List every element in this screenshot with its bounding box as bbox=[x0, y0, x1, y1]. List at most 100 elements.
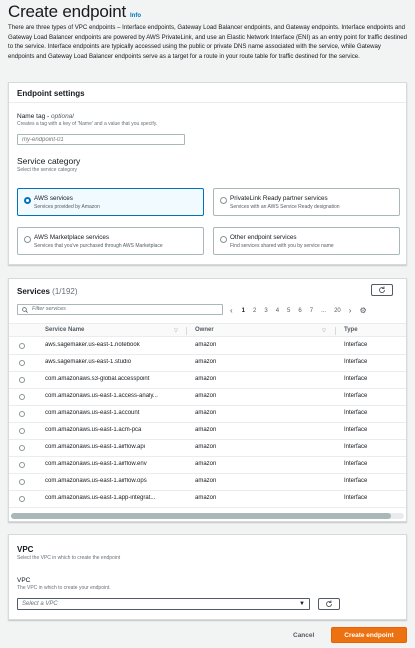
page-title: Create endpoint bbox=[8, 2, 126, 21]
row-radio[interactable] bbox=[19, 377, 25, 383]
column-header-type[interactable]: Type bbox=[344, 327, 358, 333]
tile-description: Services provided by Amazon bbox=[34, 204, 100, 210]
tile-description: Find services shared with you by service… bbox=[230, 243, 334, 249]
pagination: ‹ 1 2 3 4 5 6 7 ... 20 › ⚙ bbox=[230, 306, 375, 315]
endpoint-settings-title: Endpoint settings bbox=[17, 89, 85, 98]
type-cell: Interface bbox=[344, 478, 368, 484]
owner-cell: amazon bbox=[195, 461, 217, 467]
radio-other-endpoint-services[interactable] bbox=[220, 236, 227, 243]
tile-description: Services that you've purchased through A… bbox=[34, 243, 163, 249]
service-name-cell: aws.sagemaker.us-east-1.studio bbox=[45, 359, 132, 365]
row-radio[interactable] bbox=[19, 496, 25, 502]
owner-cell: amazon bbox=[195, 495, 217, 501]
tile-label: Other endpoint services bbox=[230, 234, 297, 241]
type-cell: Interface bbox=[344, 461, 368, 467]
services-refresh-button[interactable] bbox=[371, 284, 393, 296]
owner-cell: amazon bbox=[195, 410, 217, 416]
row-radio[interactable] bbox=[19, 411, 25, 417]
service-name-cell: com.amazonaws.us-east-1.app-integrat... bbox=[45, 495, 156, 501]
type-cell: Interface bbox=[344, 359, 368, 365]
name-tag-input[interactable] bbox=[17, 134, 185, 145]
tile-label: AWS Marketplace services bbox=[34, 234, 109, 241]
radio-aws-marketplace-services[interactable] bbox=[24, 236, 31, 243]
service-name-cell: com.amazonaws.us-east-1.access-analy... bbox=[45, 393, 158, 399]
page-ellipsis: ... bbox=[321, 307, 327, 314]
service-name-cell: com.amazonaws.us-east-1.airflow.env bbox=[45, 461, 147, 467]
table-row[interactable]: com.amazonaws.us-east-1.airflow.env amazo… bbox=[9, 457, 406, 474]
page-link[interactable]: 4 bbox=[276, 308, 279, 314]
radio-aws-services[interactable] bbox=[24, 197, 31, 204]
service-category-description: Select the service category bbox=[17, 167, 78, 173]
owner-cell: amazon bbox=[195, 359, 217, 365]
column-header-owner[interactable]: Owner bbox=[195, 327, 214, 333]
settings-gear-icon[interactable]: ⚙ bbox=[359, 306, 366, 315]
page-link[interactable]: 2 bbox=[253, 308, 256, 314]
table-row[interactable]: com.amazonaws.us-east-1.account amazon Int… bbox=[9, 406, 406, 423]
sort-icon[interactable]: ▽ bbox=[174, 328, 178, 334]
services-title: Services (1/192) bbox=[17, 287, 78, 296]
vpc-select[interactable]: Select a VPC ▼ bbox=[17, 598, 310, 610]
tile-privatelink-partner-services[interactable]: PrivateLink Ready partner services Servi… bbox=[213, 188, 400, 216]
row-radio[interactable] bbox=[19, 394, 25, 400]
owner-cell: amazon bbox=[195, 478, 217, 484]
vpc-title: VPC bbox=[17, 545, 34, 554]
sort-icon[interactable]: ▽ bbox=[322, 328, 326, 334]
horizontal-scrollbar[interactable] bbox=[11, 513, 404, 519]
table-row[interactable]: aws.sagemaker.us-east-1.studio amazon Inte… bbox=[9, 355, 406, 372]
tile-aws-services[interactable]: AWS services Services provided by Amazon bbox=[17, 188, 204, 216]
page-link[interactable]: 20 bbox=[334, 308, 341, 314]
page-header: Create endpoint Info There are three typ… bbox=[8, 2, 408, 61]
row-radio[interactable] bbox=[19, 462, 25, 468]
row-radio[interactable] bbox=[19, 479, 25, 485]
type-cell: Interface bbox=[344, 410, 368, 416]
info-link[interactable]: Info bbox=[130, 13, 141, 19]
type-cell: Interface bbox=[344, 427, 368, 433]
owner-cell: amazon bbox=[195, 444, 217, 450]
pagination-next-icon[interactable]: › bbox=[349, 306, 352, 315]
scrollbar-thumb[interactable] bbox=[11, 513, 391, 519]
page-link[interactable]: 6 bbox=[298, 308, 301, 314]
vpc-panel: VPC Select the VPC in which to create th… bbox=[8, 534, 407, 620]
page-link[interactable]: 1 bbox=[242, 308, 245, 314]
pagination-prev-icon[interactable]: ‹ bbox=[230, 306, 233, 315]
create-endpoint-button[interactable]: Create endpoint bbox=[331, 627, 407, 643]
table-row[interactable]: com.amazonaws.us-east-1.airflow.ops amazo… bbox=[9, 474, 406, 491]
services-filter-input[interactable]: Filter services bbox=[17, 304, 223, 315]
row-radio[interactable] bbox=[19, 360, 25, 366]
type-cell: Interface bbox=[344, 444, 368, 450]
table-row[interactable]: com.amazonaws.us-east-1.airflow.api amazo… bbox=[9, 440, 406, 457]
table-row[interactable]: aws.sagemaker.us-east-1.notebook amazon In… bbox=[9, 338, 406, 355]
type-cell: Interface bbox=[344, 495, 368, 501]
owner-cell: amazon bbox=[195, 427, 217, 433]
page-description: There are three types of VPC endpoints –… bbox=[8, 24, 408, 60]
type-cell: Interface bbox=[344, 376, 368, 382]
refresh-icon bbox=[379, 286, 385, 293]
tile-label: PrivateLink Ready partner services bbox=[230, 195, 328, 202]
page-link[interactable]: 3 bbox=[264, 308, 267, 314]
owner-cell: amazon bbox=[195, 393, 217, 399]
service-name-cell: com.amazonaws.us-east-1.acm-pca bbox=[45, 427, 142, 433]
owner-cell: amazon bbox=[195, 342, 217, 348]
table-row[interactable]: com.amazonaws.us-east-1.app-integrat... a… bbox=[9, 491, 406, 508]
table-row[interactable]: com.amazonaws.s3-global.accesspoint amazo… bbox=[9, 372, 406, 389]
page-link[interactable]: 7 bbox=[310, 308, 313, 314]
table-row[interactable]: com.amazonaws.us-east-1.access-analy... a… bbox=[9, 389, 406, 406]
row-radio[interactable] bbox=[19, 343, 25, 349]
tile-aws-marketplace-services[interactable]: AWS Marketplace services Services that y… bbox=[17, 227, 204, 255]
services-table-header: Service Name ▽ Owner ▽ Type bbox=[9, 323, 406, 337]
refresh-icon bbox=[326, 600, 332, 607]
row-radio[interactable] bbox=[19, 445, 25, 451]
vpc-refresh-button[interactable] bbox=[318, 598, 340, 610]
name-tag-label: Name tag - optional bbox=[17, 113, 74, 120]
row-radio[interactable] bbox=[19, 428, 25, 434]
vpc-description: Select the VPC in which to create the en… bbox=[17, 555, 121, 561]
service-name-cell: com.amazonaws.us-east-1.airflow.ops bbox=[45, 478, 147, 484]
tile-other-endpoint-services[interactable]: Other endpoint services Find services sh… bbox=[213, 227, 400, 255]
column-header-service-name[interactable]: Service Name bbox=[45, 327, 84, 333]
cancel-button[interactable]: Cancel bbox=[293, 632, 314, 639]
table-row[interactable]: com.amazonaws.us-east-1.acm-pca amazon Int… bbox=[9, 423, 406, 440]
radio-privatelink-partner-services[interactable] bbox=[220, 197, 227, 204]
search-icon bbox=[22, 307, 28, 317]
page-link[interactable]: 5 bbox=[287, 308, 290, 314]
tile-description: Services with an AWS Service Ready desig… bbox=[230, 204, 340, 210]
